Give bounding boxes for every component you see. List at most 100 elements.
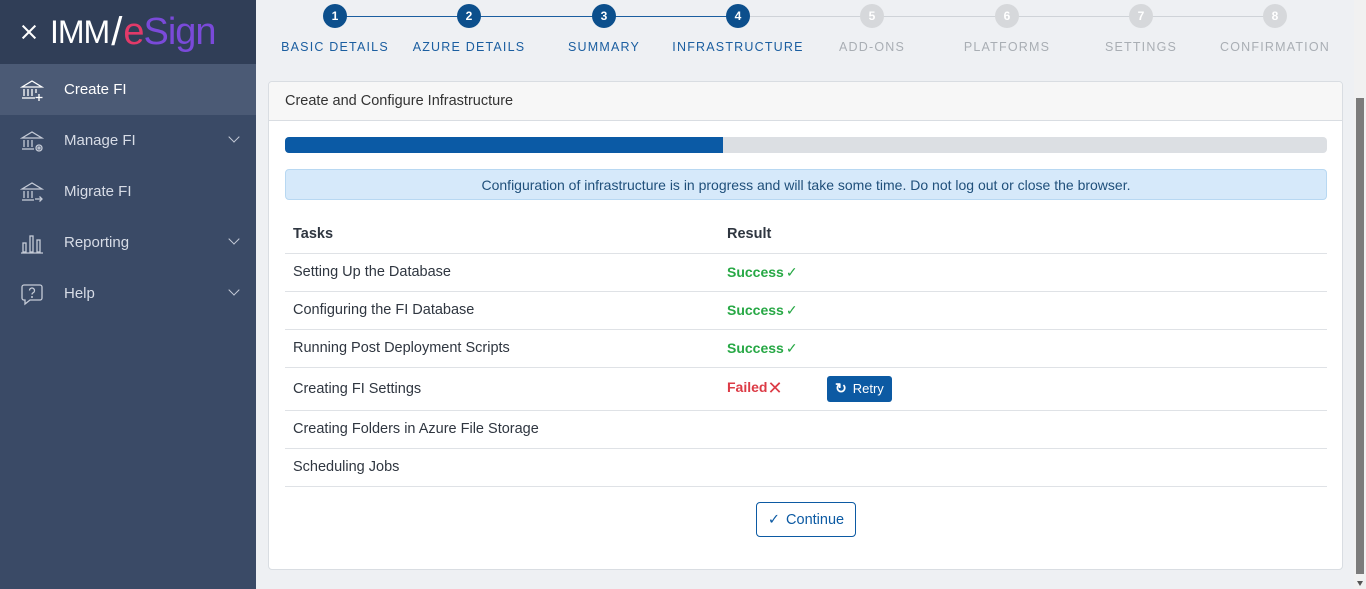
- main-content: 1 BASIC DETAILS 2 AZURE DETAILS 3 SUMMAR…: [256, 0, 1356, 589]
- sidebar-item-label: Create FI: [64, 81, 127, 98]
- column-header-result: Result: [719, 215, 1327, 254]
- step-number: 3: [592, 4, 616, 28]
- status-text: Failed: [727, 379, 768, 396]
- sidebar-item-reporting[interactable]: Reporting: [0, 217, 256, 268]
- task-name: Creating Folders in Azure File Storage: [285, 410, 719, 449]
- retry-button[interactable]: ↻ Retry: [827, 375, 892, 402]
- chevron-down-icon: [228, 131, 240, 143]
- logo-part-imm: IMM: [50, 13, 110, 50]
- step-basic-details[interactable]: 1 BASIC DETAILS: [265, 4, 405, 54]
- sidebar-item-label: Manage FI: [64, 132, 136, 149]
- bank-plus-icon: [20, 78, 44, 102]
- step-number: 7: [1129, 4, 1153, 28]
- progress-bar-fill: [285, 137, 723, 153]
- table-row: Scheduling Jobs: [285, 448, 1327, 487]
- table-row: Creating FI Settings Failed✕ ↻ Retry: [285, 367, 1327, 411]
- table-row: Creating Folders in Azure File Storage: [285, 410, 1327, 449]
- step-number: 8: [1263, 4, 1287, 28]
- retry-label: Retry: [852, 381, 884, 396]
- step-confirmation: 8 CONFIRMATION: [1205, 4, 1345, 54]
- step-azure-details[interactable]: 2 AZURE DETAILS: [399, 4, 539, 54]
- step-label: SUMMARY: [567, 40, 641, 54]
- step-platforms: 6 PLATFORMS: [937, 4, 1077, 54]
- sidebar: IMM / e Sign Create FI Manage FI Migrate FI…: [0, 0, 256, 589]
- close-icon[interactable]: [20, 23, 38, 41]
- column-header-tasks: Tasks: [285, 215, 719, 254]
- table-row: Running Post Deployment Scripts Success ✓: [285, 329, 1327, 368]
- task-result: [719, 410, 1327, 449]
- bank-arrow-icon: [20, 180, 44, 204]
- help-bubble-icon: [20, 282, 44, 306]
- checkmark-icon: ✓: [785, 263, 798, 280]
- refresh-icon: ↻: [835, 380, 847, 396]
- step-label: AZURE DETAILS: [412, 40, 526, 54]
- step-number: 5: [860, 4, 884, 28]
- status-text: Success: [727, 339, 784, 356]
- card-title: Create and Configure Infrastructure: [269, 82, 1342, 121]
- logo-part-e: e: [123, 10, 144, 53]
- continue-button[interactable]: ✓ Continue: [756, 502, 856, 537]
- progress-bar: [285, 137, 1327, 153]
- sidebar-item-label: Help: [64, 285, 95, 302]
- sidebar-item-help[interactable]: Help: [0, 268, 256, 319]
- task-result: Success ✓: [719, 329, 1327, 368]
- info-alert: Configuration of infrastructure is in pr…: [285, 169, 1327, 200]
- sidebar-item-label: Migrate FI: [64, 183, 132, 200]
- scrollbar-thumb[interactable]: [1356, 98, 1364, 574]
- logo-part-sign: Sign: [143, 10, 216, 53]
- task-result: Success ✓: [719, 291, 1327, 330]
- step-label: PLATFORMS: [963, 40, 1051, 54]
- step-label: BASIC DETAILS: [281, 40, 389, 54]
- table-row: Configuring the FI Database Success ✓: [285, 291, 1327, 330]
- brand-bar: IMM / e Sign: [0, 0, 256, 64]
- task-name: Configuring the FI Database: [285, 291, 719, 330]
- chevron-down-icon: [228, 233, 240, 245]
- task-result: [719, 448, 1327, 487]
- table-header-row: Tasks Result: [285, 215, 1327, 254]
- step-label: CONFIRMATION: [1220, 40, 1330, 54]
- continue-label: Continue: [786, 511, 845, 528]
- step-infrastructure[interactable]: 4 INFRASTRUCTURE: [668, 4, 808, 54]
- step-number: 2: [457, 4, 481, 28]
- step-settings: 7 SETTINGS: [1071, 4, 1211, 54]
- bar-chart-icon: [20, 231, 44, 255]
- infrastructure-card: Create and Configure Infrastructure Conf…: [268, 81, 1343, 570]
- task-name: Creating FI Settings: [285, 367, 719, 411]
- step-label: INFRASTRUCTURE: [672, 40, 804, 54]
- sidebar-item-migrate-fi[interactable]: Migrate FI: [0, 166, 256, 217]
- sidebar-item-manage-fi[interactable]: Manage FI: [0, 115, 256, 166]
- status-success: Success ✓: [727, 264, 798, 280]
- cross-icon: ✕: [767, 378, 783, 399]
- chevron-down-icon: [228, 284, 240, 296]
- status-success: Success ✓: [727, 340, 798, 356]
- checkmark-icon: ✓: [785, 339, 798, 356]
- sidebar-item-label: Reporting: [64, 234, 130, 251]
- step-add-ons: 5 ADD-ONS: [802, 4, 942, 54]
- step-label: SETTINGS: [1104, 40, 1178, 54]
- status-failed: Failed✕: [727, 378, 827, 399]
- task-result: Failed✕ ↻ Retry: [719, 367, 1327, 411]
- logo-slash: /: [111, 9, 122, 54]
- status-text: Success: [727, 263, 784, 280]
- scroll-down-arrow-icon[interactable]: [1357, 581, 1363, 586]
- sidebar-item-create-fi[interactable]: Create FI: [0, 64, 256, 115]
- checkmark-icon: ✓: [785, 301, 798, 318]
- step-number: 1: [323, 4, 347, 28]
- wizard-stepper: 1 BASIC DETAILS 2 AZURE DETAILS 3 SUMMAR…: [256, 0, 1356, 70]
- step-number: 6: [995, 4, 1019, 28]
- table-row: Setting Up the Database Success ✓: [285, 253, 1327, 292]
- task-name: Setting Up the Database: [285, 253, 719, 292]
- step-summary[interactable]: 3 SUMMARY: [534, 4, 674, 54]
- task-result: Success ✓: [719, 253, 1327, 292]
- tasks-table: Tasks Result Setting Up the Database Suc…: [285, 215, 1327, 487]
- status-text: Success: [727, 301, 784, 318]
- bank-gear-icon: [20, 129, 44, 153]
- task-name: Running Post Deployment Scripts: [285, 329, 719, 368]
- status-success: Success ✓: [727, 302, 798, 318]
- scrollbar[interactable]: [1354, 0, 1366, 589]
- task-name: Scheduling Jobs: [285, 448, 719, 487]
- checkmark-icon: ✓: [767, 511, 781, 528]
- step-number: 4: [726, 4, 750, 28]
- step-label: ADD-ONS: [838, 40, 906, 54]
- logo: IMM / e Sign: [50, 7, 217, 57]
